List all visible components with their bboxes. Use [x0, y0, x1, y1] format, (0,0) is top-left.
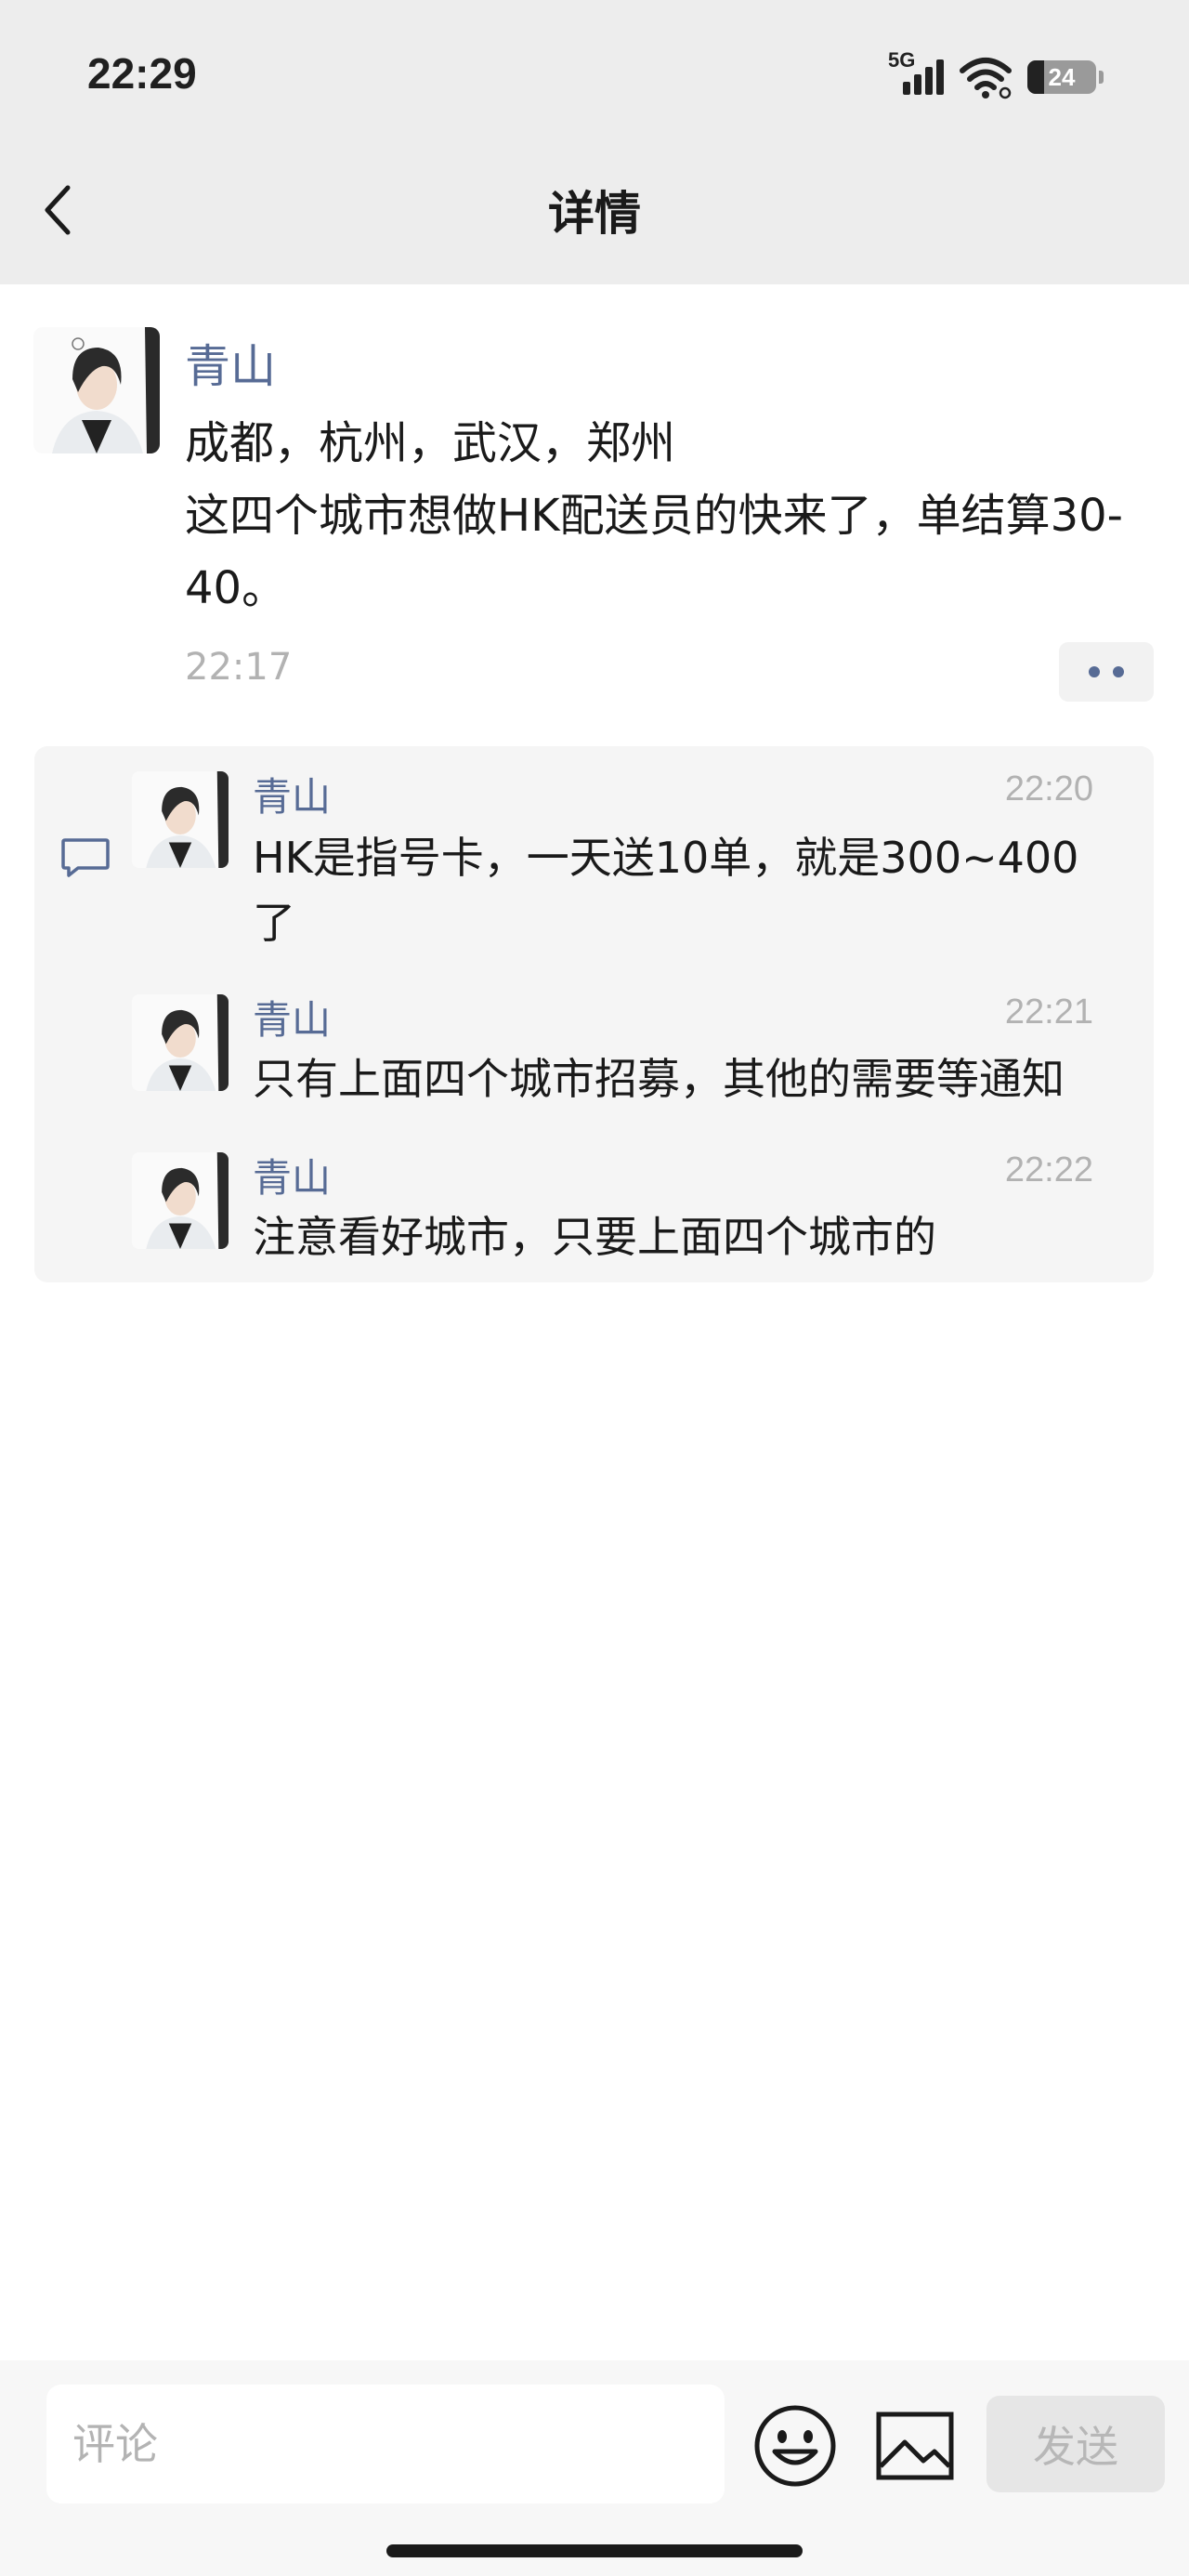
comment-avatar[interactable] [132, 771, 229, 868]
comment-text: 注意看好城市，只要上面四个城市的 [253, 1212, 936, 1262]
cellular-signal-icon: 5G [888, 48, 944, 100]
battery-icon: 24 [1027, 60, 1104, 94]
battery-percent: 24 [1048, 62, 1076, 91]
comment-input[interactable] [46, 2385, 725, 2504]
image-button[interactable] [875, 2411, 955, 2481]
avatar-image [33, 327, 160, 453]
comment-time: 22:20 [1004, 769, 1093, 808]
more-dots-icon [1089, 666, 1100, 677]
comment-avatar[interactable] [132, 994, 229, 1091]
more-actions-button[interactable] [1059, 642, 1154, 702]
network-type: 5G [888, 48, 916, 72]
home-indicator[interactable] [386, 2544, 803, 2557]
comment-text: HK是指号卡，一天送10单，就是300~400了 [253, 833, 1079, 948]
comment-time: 22:22 [1004, 1150, 1093, 1189]
post-author-name[interactable]: 青山 [185, 330, 276, 396]
status-time: 22:29 [87, 49, 197, 98]
send-button[interactable]: 发送 [986, 2396, 1165, 2492]
post-time: 22:17 [185, 646, 293, 689]
status-icons: 5G 24 [888, 48, 1104, 100]
avatar-image [132, 994, 229, 1091]
comment-author-name[interactable]: 青山 [253, 1147, 331, 1203]
wifi-icon [960, 58, 1012, 99]
emoji-button[interactable] [752, 2403, 838, 2489]
author-avatar[interactable] [33, 327, 160, 453]
comment-author-name[interactable]: 青山 [253, 989, 331, 1045]
comment-time: 22:21 [1004, 992, 1093, 1032]
avatar-image [132, 771, 229, 868]
post-body: 成都，杭州，武汉，郑州 这四个城市想做HK配送员的快来了，单结算30-40。 [185, 417, 1123, 614]
avatar-image [132, 1152, 229, 1249]
image-icon [876, 2412, 954, 2480]
page-title: 详情 [548, 187, 641, 241]
comment-icon [61, 838, 110, 877]
comment-avatar[interactable] [132, 1152, 229, 1249]
comment-author-name[interactable]: 青山 [253, 766, 331, 822]
comment-text: 只有上面四个城市招募，其他的需要等通知 [253, 1054, 1065, 1104]
emoji-smile-icon [754, 2405, 836, 2487]
